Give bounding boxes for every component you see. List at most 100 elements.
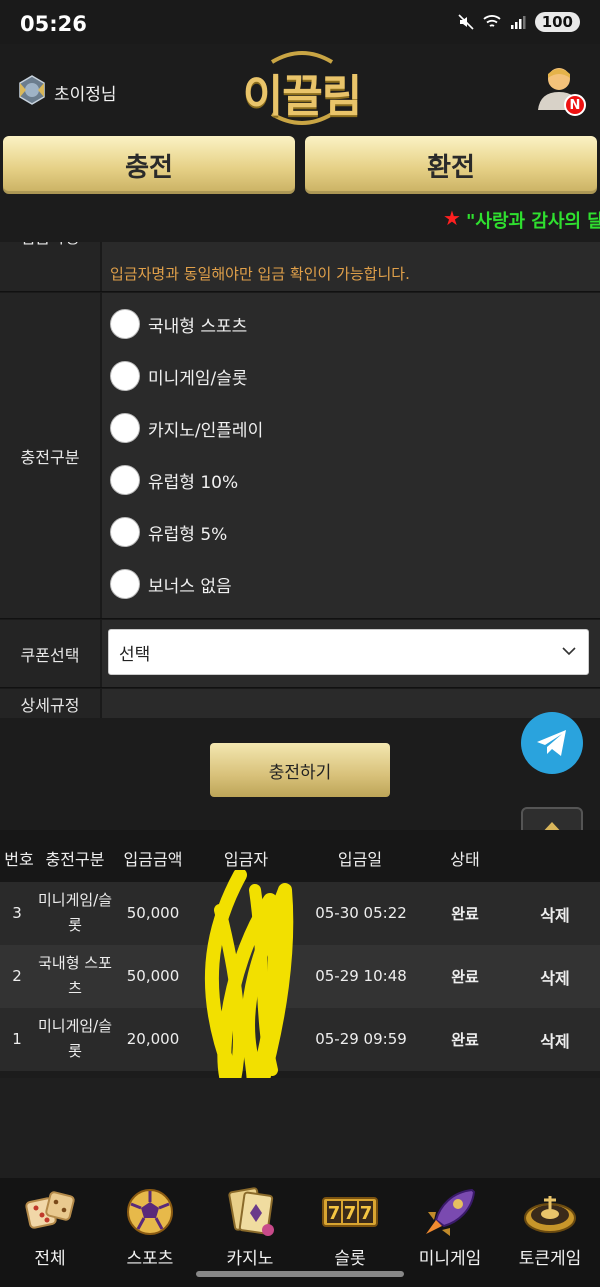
radio-button[interactable] [110, 361, 140, 391]
option-label: 유럽형 10% [148, 472, 239, 493]
radio-button[interactable] [110, 517, 140, 547]
row-amount: 20,000 [126, 1030, 180, 1048]
depositor-row: 입금자명 입금자명과 동일해야만 입금 확인이 가능합니다. [0, 242, 600, 292]
rank-badge-icon [16, 74, 48, 110]
rules-row: 상세규정 [0, 689, 600, 718]
charge-type-option[interactable]: 유럽형 10% [110, 465, 238, 495]
row-status: 완료 [451, 905, 479, 923]
submit-area: 충전하기 [0, 718, 600, 830]
roulette-icon [524, 1196, 576, 1233]
home-indicator[interactable] [196, 1271, 404, 1277]
option-label: 유럽형 5% [148, 524, 228, 545]
row-status: 완료 [451, 968, 479, 986]
telegram-icon [537, 730, 566, 756]
row-type: 미니게임/슬롯 [37, 891, 113, 934]
rocket-icon [426, 1188, 476, 1236]
nav-label: 스포츠 [126, 1249, 174, 1269]
telegram-button[interactable] [521, 712, 583, 774]
option-label: 보너스 없음 [148, 576, 232, 597]
radio-button[interactable] [110, 465, 140, 495]
nav-label: 슬롯 [334, 1249, 366, 1269]
row-amount: 50,000 [126, 904, 180, 922]
table-row: 1 미니게임/슬롯 20,000 05-29 09:59 완료 삭제 [0, 1008, 600, 1071]
row-date: 05-30 05:22 [315, 904, 407, 922]
row-amount: 50,000 [126, 967, 180, 985]
row-number: 2 [12, 967, 22, 985]
charge-type-option[interactable]: 보너스 없음 [110, 569, 232, 599]
soccer-ball-icon [127, 1189, 173, 1235]
col-depositor: 입금자 [223, 850, 269, 869]
app-header: 초이정님 이끌림 N [0, 44, 600, 134]
announcement-text: "사랑과 감사의 달 [466, 211, 600, 232]
svg-text:7: 7 [344, 1203, 357, 1224]
col-number: 번호 [4, 850, 34, 869]
col-date: 입금일 [337, 850, 383, 869]
charge-type-option[interactable]: 미니게임/슬롯 [110, 361, 248, 391]
mute-icon [457, 13, 475, 31]
row-type: 국내형 스포츠 [38, 954, 112, 997]
option-label: 국내형 스포츠 [148, 316, 248, 337]
nav-token-game[interactable]: 토큰게임 [500, 1186, 600, 1269]
nav-label: 미니게임 [418, 1249, 482, 1269]
nav-label: 토큰게임 [518, 1249, 582, 1269]
svg-text:7: 7 [328, 1203, 341, 1224]
status-icons: 100 [457, 12, 580, 32]
nav-minigame[interactable]: 미니게임 [400, 1186, 500, 1269]
nav-label: 전체 [34, 1249, 66, 1269]
coupon-selected-value: 선택 [119, 644, 151, 665]
table-row: 3 미니게임/슬롯 50,000 05-30 05:22 완료 삭제 [0, 882, 600, 945]
nav-all[interactable]: 전체 [0, 1186, 100, 1269]
svg-text:7: 7 [360, 1203, 373, 1224]
radio-button[interactable] [110, 569, 140, 599]
charge-type-option[interactable]: 카지노/인플레이 [110, 413, 263, 443]
option-label: 미니게임/슬롯 [148, 368, 248, 389]
exchange-tab-button[interactable]: 환전 [305, 136, 597, 194]
slot-777-icon: 7 7 7 [322, 1197, 378, 1227]
user-info[interactable]: 초이정님 [16, 74, 117, 110]
option-label: 카지노/인플레이 [148, 420, 264, 441]
depositor-notice: 입금자명과 동일해야만 입금 확인이 가능합니다. [110, 265, 410, 283]
col-status: 상태 [450, 850, 480, 869]
signal-icon [509, 13, 527, 31]
site-logo[interactable]: 이끌림 [242, 48, 362, 128]
rules-label: 상세규정 [0, 689, 100, 718]
casino-cards-icon [228, 1187, 274, 1236]
row-number: 1 [12, 1030, 22, 1048]
charge-tab-button[interactable]: 충전 [3, 136, 295, 194]
content-spacer [0, 1078, 600, 1178]
col-amount: 입금금액 [123, 850, 183, 869]
nav-sports[interactable]: 스포츠 [100, 1186, 200, 1269]
nav-casino[interactable]: 카지노 [200, 1186, 300, 1269]
nav-label: 카지노 [226, 1249, 274, 1269]
announcement-marquee: ★ "사랑과 감사의 달 [0, 198, 600, 242]
charge-type-option[interactable]: 국내형 스포츠 [110, 309, 247, 339]
logo-text: 이끌림 [242, 71, 362, 122]
row-date: 05-29 10:48 [315, 967, 407, 985]
status-time: 05:26 [20, 12, 87, 36]
row-type: 미니게임/슬롯 [37, 1017, 113, 1060]
radio-button[interactable] [110, 309, 140, 339]
row-status: 완료 [451, 1031, 479, 1049]
charge-type-label: 충전구분 [0, 293, 100, 618]
username: 초이정님 [54, 84, 117, 105]
dice-icon [25, 1191, 75, 1229]
coupon-select[interactable]: 선택 [108, 629, 589, 675]
delete-button[interactable]: 삭제 [525, 965, 585, 989]
table-row: 2 국내형 스포츠 50,000 05-29 10:48 완료 삭제 [0, 945, 600, 1008]
radio-button[interactable] [110, 413, 140, 443]
nav-slots[interactable]: 7 7 7 슬롯 [300, 1186, 400, 1269]
delete-button[interactable]: 삭제 [525, 902, 585, 926]
battery-indicator: 100 [534, 12, 580, 32]
charge-type-option[interactable]: 유럽형 5% [110, 517, 227, 547]
charge-form: 입금자명 입금자명과 동일해야만 입금 확인이 가능합니다. 충전구분 국내형 … [0, 242, 600, 718]
notification-badge: N [564, 94, 586, 116]
depositor-label: 입금자명 [0, 242, 100, 291]
delete-button[interactable]: 삭제 [525, 1028, 585, 1052]
profile-button[interactable]: N [536, 64, 586, 116]
star-icon: ★ [443, 206, 461, 230]
submit-charge-button[interactable]: 충전하기 [210, 743, 390, 797]
chevron-down-icon [562, 647, 576, 656]
coupon-label: 쿠폰선택 [0, 620, 100, 687]
table-header: 번호 충전구분 입금금액 입금자 입금일 상태 [0, 830, 600, 882]
charge-type-row: 충전구분 국내형 스포츠 미니게임/슬롯 카지노/인플레이 유럽형 10% 유럽… [0, 293, 600, 619]
